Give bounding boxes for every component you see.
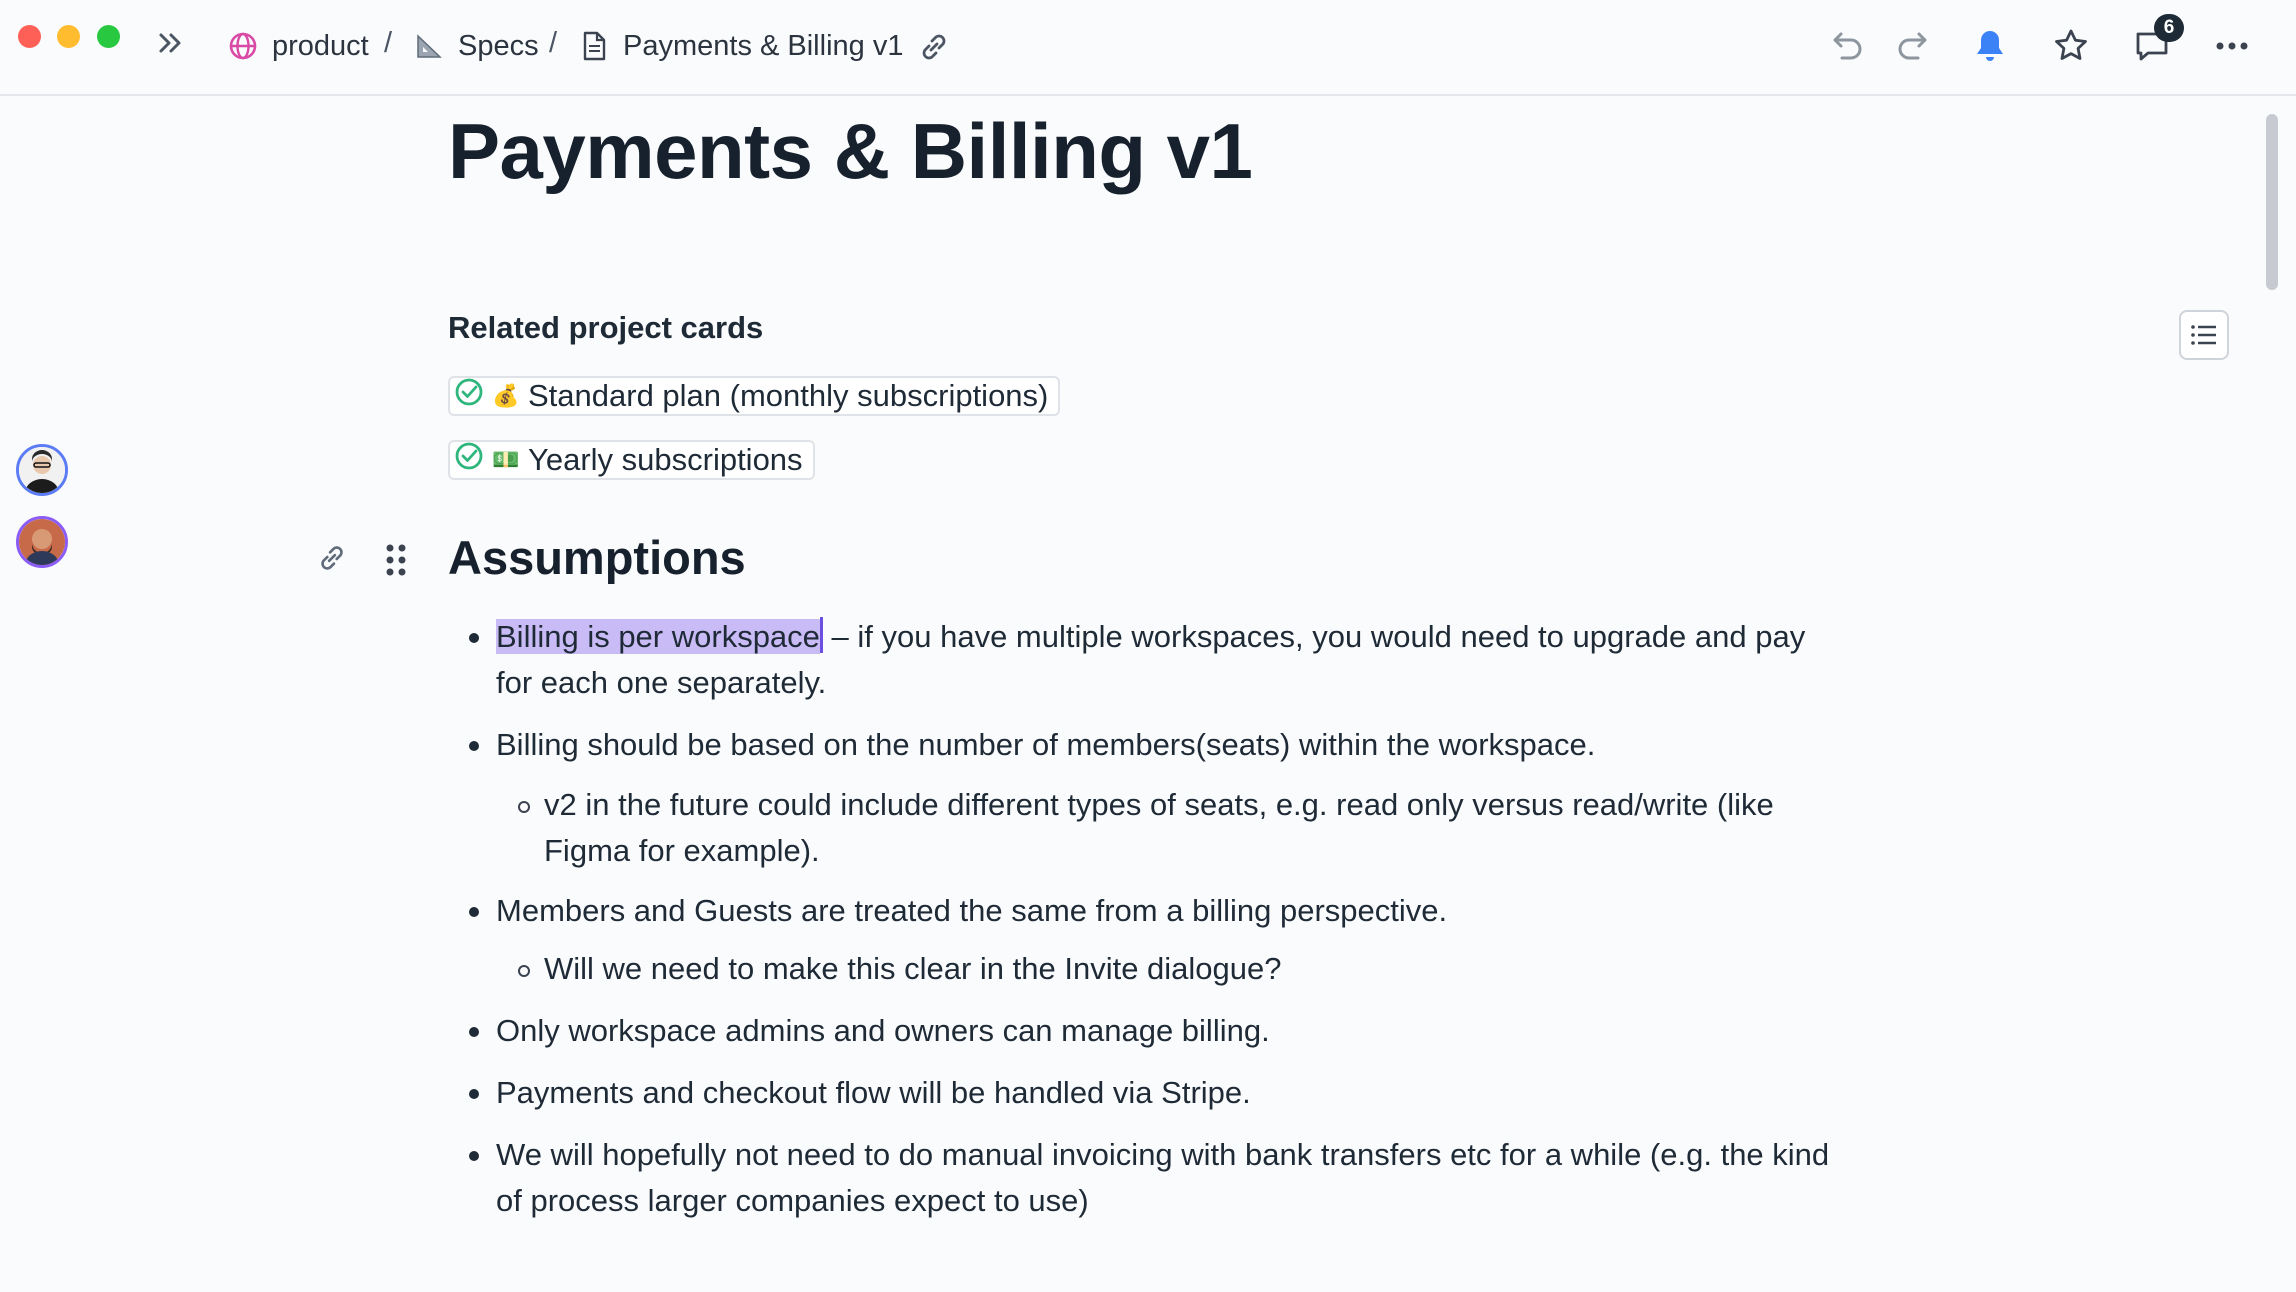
list-item[interactable]: Payments and checkout flow will be handl… bbox=[469, 1070, 1836, 1116]
related-card-chip[interactable]: 💰 Standard plan (monthly subscriptions) bbox=[448, 376, 1061, 416]
list-item[interactable]: Members and Guests are treated the same … bbox=[469, 888, 1836, 934]
window-close-button[interactable] bbox=[18, 25, 41, 48]
favorite-star-icon[interactable] bbox=[2047, 22, 2095, 70]
breadcrumb-separator: / bbox=[549, 27, 558, 59]
related-card-label: Standard plan (monthly subscriptions) bbox=[528, 378, 1049, 413]
related-card-label: Yearly subscriptions bbox=[528, 442, 803, 477]
collaborator-avatar[interactable] bbox=[16, 516, 68, 568]
list-item-text: Will we need to make this clear in the I… bbox=[544, 951, 1282, 986]
related-card-chip[interactable]: 💵 Yearly subscriptions bbox=[448, 440, 815, 480]
selected-text-highlight[interactable]: Billing is per workspace bbox=[496, 619, 820, 654]
vertical-scrollbar[interactable] bbox=[2266, 114, 2278, 290]
breadcrumb-workspace-label: product bbox=[272, 29, 369, 62]
list-item[interactable]: We will hopefully not need to do manual … bbox=[469, 1132, 1836, 1224]
comments-icon[interactable]: 6 bbox=[2128, 14, 2184, 70]
breadcrumb-folder-label: Specs bbox=[458, 29, 539, 62]
document-icon bbox=[577, 29, 611, 63]
breadcrumb-page[interactable]: Payments & Billing v1 bbox=[577, 25, 903, 67]
list-item-text: v2 in the future could include different… bbox=[544, 787, 1774, 868]
breadcrumb-workspace[interactable]: product bbox=[226, 25, 369, 67]
window-minimize-button[interactable] bbox=[57, 25, 80, 48]
drag-handle-icon[interactable] bbox=[378, 540, 414, 580]
copy-link-icon[interactable] bbox=[915, 28, 953, 66]
block-link-icon[interactable] bbox=[314, 540, 350, 576]
notifications-bell-icon[interactable] bbox=[1966, 22, 2014, 70]
check-circle-icon bbox=[454, 377, 484, 415]
check-circle-icon bbox=[454, 441, 484, 479]
redo-icon[interactable] bbox=[1890, 22, 1938, 70]
money-bag-icon: 💰 bbox=[492, 383, 520, 408]
related-cards-heading: Related project cards bbox=[448, 310, 764, 345]
globe-icon bbox=[226, 29, 260, 63]
page-title[interactable]: Payments & Billing v1 bbox=[448, 106, 1253, 197]
top-bar: product / Specs / Payments & Billing v1 … bbox=[0, 0, 2296, 96]
more-options-icon[interactable] bbox=[2208, 22, 2256, 70]
breadcrumb-separator: / bbox=[384, 27, 393, 59]
assumptions-list: Billing is per workspace – if you have m… bbox=[469, 614, 1836, 1240]
list-item-text: Billing should be based on the number of… bbox=[496, 727, 1596, 762]
table-of-contents-button[interactable] bbox=[2179, 310, 2229, 360]
list-item[interactable]: Only workspace admins and owners can man… bbox=[469, 1008, 1836, 1054]
list-item-text: Members and Guests are treated the same … bbox=[496, 893, 1448, 928]
list-item-text: Payments and checkout flow will be handl… bbox=[496, 1075, 1251, 1110]
list-icon bbox=[2191, 325, 2216, 345]
list-item-text: Only workspace admins and owners can man… bbox=[496, 1013, 1270, 1048]
list-item-text: We will hopefully not need to do manual … bbox=[496, 1137, 1830, 1218]
sub-list-item[interactable]: v2 in the future could include different… bbox=[518, 782, 1836, 874]
breadcrumb-page-label: Payments & Billing v1 bbox=[623, 29, 904, 62]
comments-count-badge: 6 bbox=[2154, 14, 2184, 42]
expand-sidebar-icon[interactable] bbox=[156, 26, 186, 60]
dollar-banknote-icon: 💵 bbox=[492, 447, 520, 472]
section-heading[interactable]: Assumptions bbox=[448, 530, 746, 585]
list-item[interactable]: Billing should be based on the number of… bbox=[469, 722, 1836, 768]
sub-list-item[interactable]: Will we need to make this clear in the I… bbox=[518, 946, 1836, 992]
list-item[interactable]: Billing is per workspace – if you have m… bbox=[469, 614, 1836, 706]
triangle-ruler-icon bbox=[412, 29, 446, 63]
breadcrumb-folder[interactable]: Specs bbox=[412, 25, 539, 67]
collaborator-avatar[interactable] bbox=[16, 444, 68, 496]
undo-icon[interactable] bbox=[1822, 22, 1870, 70]
window-zoom-button[interactable] bbox=[97, 25, 120, 48]
